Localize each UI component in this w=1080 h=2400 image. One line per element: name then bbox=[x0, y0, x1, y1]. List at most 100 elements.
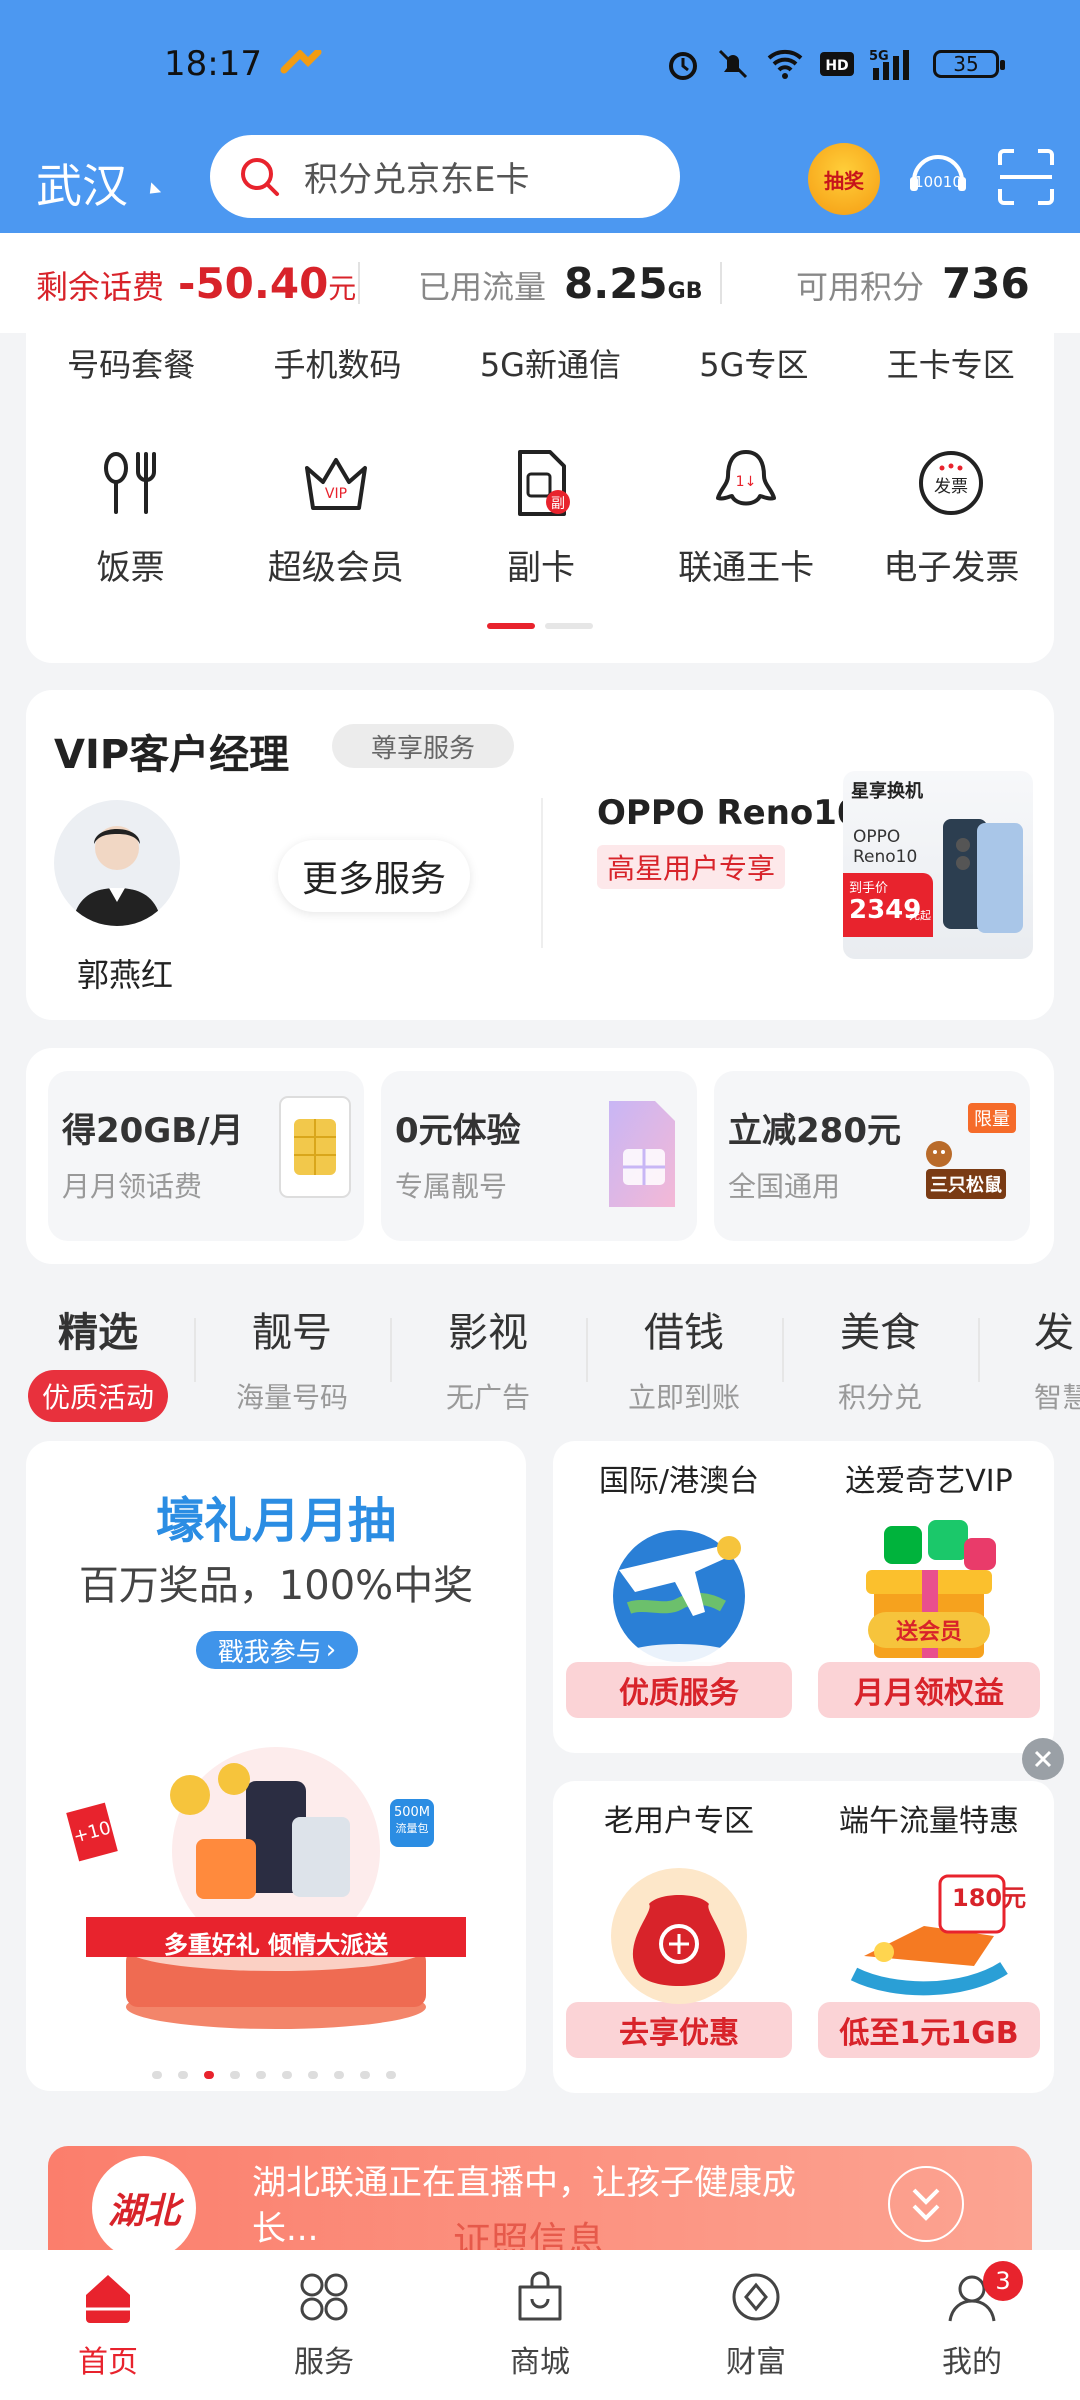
promo-iqiyi-vip[interactable]: 送爱奇艺VIP 送会员 月月领权益 bbox=[818, 1456, 1040, 1718]
banner-subtitle: 百万奖品，100%中奖 bbox=[78, 1563, 474, 1609]
phone-name[interactable]: OPPO Reno10 bbox=[597, 793, 861, 833]
carousel-dot-active bbox=[204, 2071, 214, 2079]
remaining-fee[interactable]: 剩余话费 -50.40 元 bbox=[36, 259, 356, 308]
alarm-icon bbox=[669, 52, 697, 80]
divider bbox=[720, 262, 722, 304]
double-chevron-down-icon bbox=[912, 2188, 940, 2221]
nav-label: 商城 bbox=[510, 2345, 570, 2380]
status-icons: HD 5G 35 bbox=[665, 46, 1005, 82]
customer-service-button[interactable]: 10010 bbox=[906, 145, 970, 209]
tab-title: 靓号 bbox=[252, 1310, 332, 1356]
quick-item-meal-ticket[interactable]: 饭票 bbox=[31, 448, 231, 589]
offer-free-data[interactable]: 得20GB/月 月月领话费 bbox=[48, 1071, 364, 1241]
offer-discount[interactable]: 立减280元 全国通用 限量 三只松鼠 bbox=[714, 1071, 1030, 1241]
expand-button[interactable] bbox=[888, 2166, 964, 2242]
carousel-dot bbox=[230, 2071, 240, 2079]
quick-item-sub-card[interactable]: 副 副卡 bbox=[441, 448, 641, 589]
category-phones[interactable]: 手机数码 bbox=[273, 340, 401, 386]
tab-subtitle: 智慧 bbox=[1034, 1381, 1080, 1414]
quick-item-label: 电子发票 bbox=[883, 548, 1020, 588]
signal-icon: 5G bbox=[869, 49, 909, 80]
close-icon bbox=[1034, 1750, 1052, 1768]
banner-ribbon: 多重好礼 倾情大派送 bbox=[163, 1931, 389, 1959]
tab-loan[interactable]: 借钱 立即到账 bbox=[586, 1300, 782, 1416]
nav-shop[interactable]: 商城 bbox=[465, 2269, 615, 2381]
search-input[interactable]: 积分兑京东E卡 bbox=[210, 135, 680, 218]
battery-indicator: 35 bbox=[933, 50, 1005, 78]
tab-partial[interactable]: 发 智慧 bbox=[1034, 1300, 1080, 1416]
svg-text:1↓: 1↓ bbox=[736, 474, 757, 490]
quick-item-label: 饭票 bbox=[96, 548, 165, 588]
chevron-right-icon: › bbox=[325, 1635, 337, 1665]
scan-icon bbox=[998, 149, 1054, 205]
sim-card-gradient-icon bbox=[609, 1101, 675, 1207]
tab-title: 发 bbox=[1034, 1310, 1074, 1356]
quick-item-e-invoice[interactable]: 发票 电子发票 bbox=[851, 448, 1051, 589]
fee-value: -50.40 bbox=[178, 258, 329, 308]
category-5g-telecom[interactable]: 5G新通信 bbox=[480, 340, 621, 386]
tab-subtitle: 积分兑 bbox=[837, 1381, 922, 1414]
points-value: 736 bbox=[942, 258, 1030, 308]
tab-numbers[interactable]: 靓号 海量号码 bbox=[194, 1300, 390, 1416]
promo-button: 月月领权益 bbox=[818, 1662, 1040, 1718]
tab-featured[interactable]: 精选 优质活动 bbox=[0, 1300, 196, 1422]
carousel-dot bbox=[282, 2071, 292, 2079]
lottery-button[interactable]: 抽奖 bbox=[808, 143, 880, 215]
more-services-button[interactable]: 更多服务 bbox=[278, 840, 470, 912]
tab-food[interactable]: 美食 积分兑 bbox=[782, 1300, 978, 1416]
offer-title: 0元体验 bbox=[395, 1111, 521, 1151]
price-tag: 到手价 2349 元起 bbox=[843, 873, 933, 937]
category-number-plans[interactable]: 号码套餐 bbox=[67, 340, 195, 386]
carousel-dot bbox=[308, 2071, 318, 2079]
phone-promo-image[interactable]: 星享换机 OPPO Reno10 到手价 2349 元起 bbox=[843, 771, 1033, 959]
avatar[interactable] bbox=[54, 800, 180, 926]
quick-icon-row: 饭票 VIP 超级会员 副 副卡 1↓ 联通王卡 发票 电子发票 bbox=[28, 448, 1054, 589]
tab-title: 美食 bbox=[840, 1310, 920, 1356]
category-5g-zone[interactable]: 5G专区 bbox=[699, 340, 808, 386]
scan-button[interactable] bbox=[994, 145, 1058, 209]
close-float-button[interactable] bbox=[1022, 1738, 1064, 1780]
carousel-dot bbox=[256, 2071, 266, 2079]
offer-title: 得20GB/月 bbox=[62, 1111, 244, 1151]
nav-wealth[interactable]: 财富 bbox=[681, 2269, 831, 2381]
prize-illustration-icon bbox=[86, 1747, 466, 2029]
shop-bag-icon bbox=[518, 2271, 562, 2321]
carousel-dot bbox=[178, 2071, 188, 2079]
city-selector[interactable]: 武汉 bbox=[36, 150, 128, 216]
airplane-globe-icon bbox=[613, 1530, 745, 1666]
quick-item-label: 副卡 bbox=[506, 548, 575, 588]
tab-video[interactable]: 影视 无广告 bbox=[390, 1300, 586, 1416]
search-icon bbox=[241, 157, 279, 196]
divider bbox=[978, 1318, 980, 1382]
svg-text:VIP: VIP bbox=[325, 486, 347, 502]
offer-title: 立减280元 bbox=[728, 1111, 901, 1151]
svg-text:10010: 10010 bbox=[914, 173, 962, 191]
squirrel-logo-icon bbox=[926, 1141, 952, 1167]
promo-old-users[interactable]: 老用户专区 去享优惠 bbox=[566, 1796, 792, 2058]
live-stream-banner[interactable]: 湖北 湖北联通正在直播中，让孩子健康成长... 证照信息 bbox=[48, 2146, 1032, 2256]
nav-profile[interactable]: 我的 3 bbox=[897, 2261, 1047, 2381]
used-data[interactable]: 已用流量 8.25 GB bbox=[418, 259, 702, 308]
nav-home[interactable]: 首页 bbox=[33, 2269, 183, 2381]
chip-sublabel: 流量包 bbox=[395, 1822, 429, 1835]
promo-international[interactable]: 国际/港澳台 优质服务 bbox=[566, 1456, 792, 1718]
red-packet-bag-icon bbox=[611, 1868, 747, 2004]
member-gift-ribbon: 送会员 bbox=[868, 1612, 990, 1648]
promo-title: 端午流量特惠 bbox=[839, 1804, 1019, 1839]
svg-text:5G: 5G bbox=[869, 49, 889, 64]
offer-free-number[interactable]: 0元体验 专属靓号 bbox=[381, 1071, 697, 1241]
price-unit: 元起 bbox=[909, 909, 931, 922]
banner-cta-button[interactable]: 戳我参与 › bbox=[196, 1631, 358, 1669]
nav-services[interactable]: 服务 bbox=[249, 2269, 399, 2381]
wealth-icon bbox=[732, 2273, 780, 2321]
quick-item-king-card[interactable]: 1↓ 联通王卡 bbox=[646, 448, 846, 589]
promo-dragon-boat-data[interactable]: 端午流量特惠 180元 低至1元1GB bbox=[818, 1796, 1040, 2058]
lottery-banner[interactable]: 壕礼月月抽 百万奖品，100%中奖 戳我参与 › 多重好礼 倾情大派送 +10 … bbox=[26, 1441, 526, 2091]
price-label: 到手价 bbox=[849, 881, 889, 896]
quick-item-super-vip[interactable]: VIP 超级会员 bbox=[236, 448, 436, 589]
category-king-card[interactable]: 王卡专区 bbox=[887, 340, 1015, 386]
available-points[interactable]: 可用积分 736 bbox=[796, 259, 1030, 308]
promo-title: 送爱奇艺VIP bbox=[845, 1464, 1013, 1499]
carousel-dot bbox=[334, 2071, 344, 2079]
app-notification-icon bbox=[280, 50, 322, 74]
